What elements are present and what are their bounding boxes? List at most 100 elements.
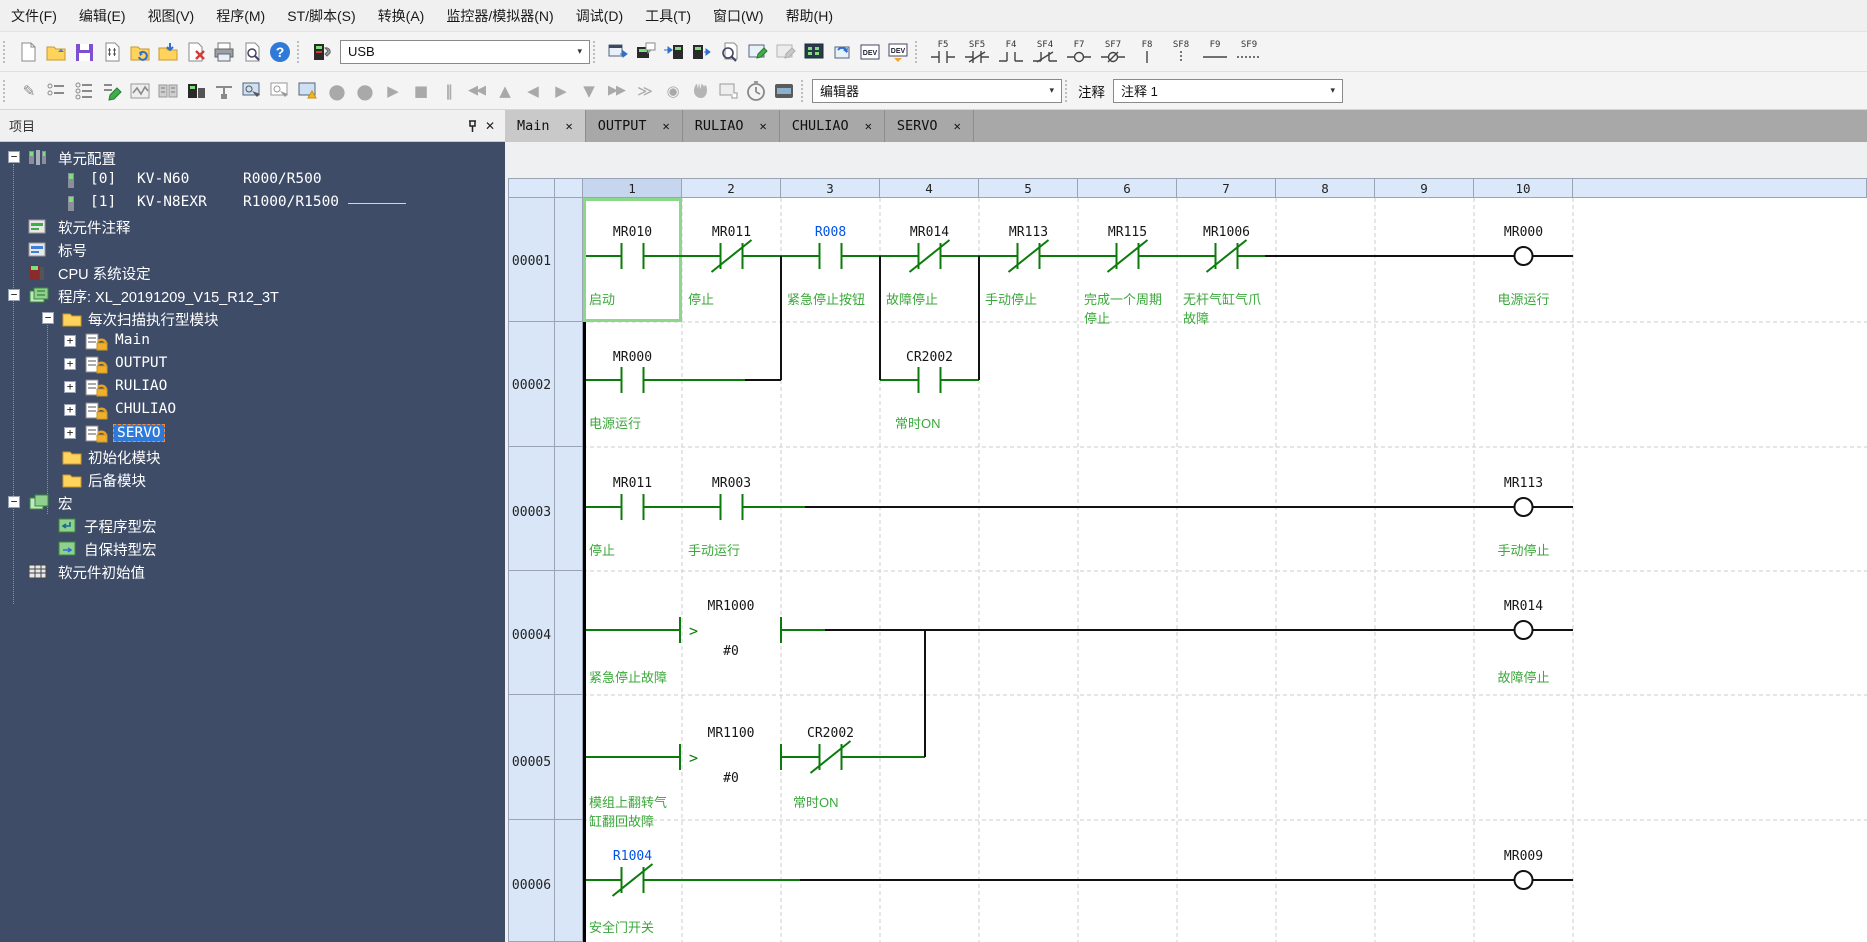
close-panel-button[interactable]: ✕ xyxy=(481,117,499,135)
pause-scan-button[interactable] xyxy=(686,77,714,105)
comment-edit-button[interactable] xyxy=(98,77,126,105)
tree-item-device-initial-values[interactable]: 软元件初始值 xyxy=(0,560,505,583)
fkey-f4-or-contact-button[interactable]: F4 xyxy=(994,37,1028,67)
dev-transfer-button[interactable]: DEV xyxy=(884,38,912,66)
device-comment-list-button[interactable] xyxy=(42,77,70,105)
rung-number[interactable]: 00006 xyxy=(508,878,555,896)
menu-program[interactable]: 程序(M) xyxy=(205,0,276,32)
record2-button[interactable]: ● xyxy=(350,77,378,105)
delete-program-button[interactable] xyxy=(182,38,210,66)
watch-window-button[interactable] xyxy=(238,77,266,105)
tree-item-unit-0[interactable]: [0] KV-N60 R000/R500 xyxy=(0,169,505,192)
coil-label[interactable]: MR014 xyxy=(1479,599,1569,616)
fkey-sf9-hline-delete-button[interactable]: SF9 xyxy=(1232,37,1266,67)
coil-mr014[interactable] xyxy=(1513,620,1534,640)
tree-item-subroutine-macro[interactable]: 子程序型宏 xyxy=(0,514,505,537)
rung-number[interactable]: 00004 xyxy=(508,628,555,646)
menu-monitor-simulator[interactable]: 监控器/模拟器(N) xyxy=(435,0,564,32)
record-button[interactable]: ● xyxy=(322,77,350,105)
edit-mode-button[interactable]: ✎ xyxy=(14,77,42,105)
device-label[interactable]: MR003 xyxy=(687,476,777,493)
save-project-button[interactable] xyxy=(70,38,98,66)
device-label[interactable]: MR011 xyxy=(687,225,777,242)
tab-output[interactable]: OUTPUT ✕ xyxy=(585,110,683,142)
collapse-box[interactable]: − xyxy=(8,151,20,163)
device-label[interactable]: MR1100 xyxy=(686,726,776,743)
collapse-box[interactable]: − xyxy=(8,496,20,508)
expand-box[interactable]: + xyxy=(64,381,76,393)
tree-item-init-module[interactable]: 初始化模块 xyxy=(0,445,505,468)
fkey-f9-hline-button[interactable]: F9 xyxy=(1198,37,1232,67)
expand-box[interactable]: + xyxy=(64,427,76,439)
print-button[interactable] xyxy=(210,38,238,66)
tree-item-module-output[interactable]: + OUTPUT xyxy=(0,353,505,376)
rung-number[interactable]: 00002 xyxy=(508,378,555,396)
fkey-sf8-vline-delete-button[interactable]: SF8 xyxy=(1164,37,1198,67)
ladder-monitor-button[interactable] xyxy=(154,77,182,105)
pause-button[interactable]: ‖ xyxy=(434,77,462,105)
tree-item-module-chuliao[interactable]: + CHULIAO xyxy=(0,399,505,422)
expand-box[interactable]: + xyxy=(64,358,76,370)
fkey-f7-coil-button[interactable]: F7 xyxy=(1062,37,1096,67)
rung-number[interactable]: 00005 xyxy=(508,755,555,773)
device-label[interactable]: MR010 xyxy=(588,225,678,242)
coil-mr000[interactable] xyxy=(1513,246,1534,266)
error-monitor-button[interactable] xyxy=(294,77,322,105)
tree-item-macro[interactable]: − 宏 xyxy=(0,491,505,514)
step-down-button[interactable]: ▼ xyxy=(574,77,602,105)
device-label[interactable]: CR2002 xyxy=(885,350,975,367)
menu-convert[interactable]: 转换(A) xyxy=(367,0,436,32)
tree-item-scan-module-folder[interactable]: − 每次扫描执行型模块 xyxy=(0,307,505,330)
tree-item-label[interactable]: 标号 xyxy=(0,238,505,261)
tree-item-standby-module[interactable]: 后备模块 xyxy=(0,468,505,491)
breakpoint-button[interactable]: ◉ xyxy=(658,77,686,105)
open-ladder-button[interactable] xyxy=(126,38,154,66)
plc-setup-button[interactable] xyxy=(308,38,336,66)
help-button[interactable]: ? xyxy=(266,38,294,66)
coil-label[interactable]: MR009 xyxy=(1479,849,1569,866)
toolbar-grip[interactable] xyxy=(3,40,9,63)
toolbar-grip[interactable] xyxy=(593,40,599,63)
continue-button[interactable]: ≫ xyxy=(630,77,658,105)
fkey-sf4-or-contact-nc-button[interactable]: SF4 xyxy=(1028,37,1062,67)
tree-item-device-comment[interactable]: 软元件注释 xyxy=(0,215,505,238)
device-label-relay[interactable]: R008 xyxy=(786,225,876,242)
toolbar-grip[interactable] xyxy=(1065,79,1071,102)
read-from-plc-button[interactable] xyxy=(688,38,716,66)
device-label[interactable]: MR1006 xyxy=(1182,225,1272,242)
skip-forward-button[interactable]: ▶▶ xyxy=(602,77,630,105)
coil-mr009[interactable] xyxy=(1513,870,1534,890)
monitor-search-button[interactable] xyxy=(716,38,744,66)
tree-item-module-servo[interactable]: + SERVO xyxy=(0,422,505,445)
step-up-button[interactable]: ▲ xyxy=(490,77,518,105)
fkey-f8-vline-button[interactable]: F8 xyxy=(1130,37,1164,67)
fkey-sf5-contact-nc-button[interactable]: SF5 xyxy=(960,37,994,67)
new-file-button[interactable] xyxy=(14,38,42,66)
menu-st-script[interactable]: ST/脚本(S) xyxy=(276,0,366,32)
toolbar-grip[interactable] xyxy=(297,40,303,63)
close-tab-icon[interactable]: ✕ xyxy=(760,119,767,133)
menu-file[interactable]: 文件(F) xyxy=(0,0,68,32)
registration-monitor-button[interactable] xyxy=(800,38,828,66)
tree-item-cpu-settings[interactable]: CPU 系统设定 xyxy=(0,261,505,284)
connection-selector[interactable]: USB ▾ xyxy=(340,39,590,64)
monitor-edit-disabled-button[interactable] xyxy=(772,38,800,66)
trend-monitor-button[interactable] xyxy=(126,77,154,105)
menu-debug[interactable]: 调试(D) xyxy=(565,0,634,32)
device-usage-list-button[interactable] xyxy=(70,77,98,105)
device-label[interactable]: MR014 xyxy=(885,225,975,242)
tab-servo[interactable]: SERVO ✕ xyxy=(884,110,974,142)
device-label[interactable]: CR2002 xyxy=(786,726,876,743)
coil-mr113[interactable] xyxy=(1513,497,1534,517)
fkey-f5-contact-button[interactable]: F5 xyxy=(926,37,960,67)
device-label-relay[interactable]: R1004 xyxy=(588,849,678,866)
plc-comment-button[interactable] xyxy=(632,38,660,66)
unit-monitor-button[interactable] xyxy=(182,77,210,105)
menu-view[interactable]: 视图(V) xyxy=(137,0,206,32)
transfer-monitor-button[interactable] xyxy=(604,38,632,66)
toolbar-grip[interactable] xyxy=(3,79,9,102)
open-project-button[interactable] xyxy=(42,38,70,66)
time-chart-button[interactable] xyxy=(770,77,798,105)
fkey-sf7-coil-nc-button[interactable]: SF7 xyxy=(1096,37,1130,67)
tree-item-unit-config[interactable]: − 单元配置 xyxy=(0,146,505,169)
